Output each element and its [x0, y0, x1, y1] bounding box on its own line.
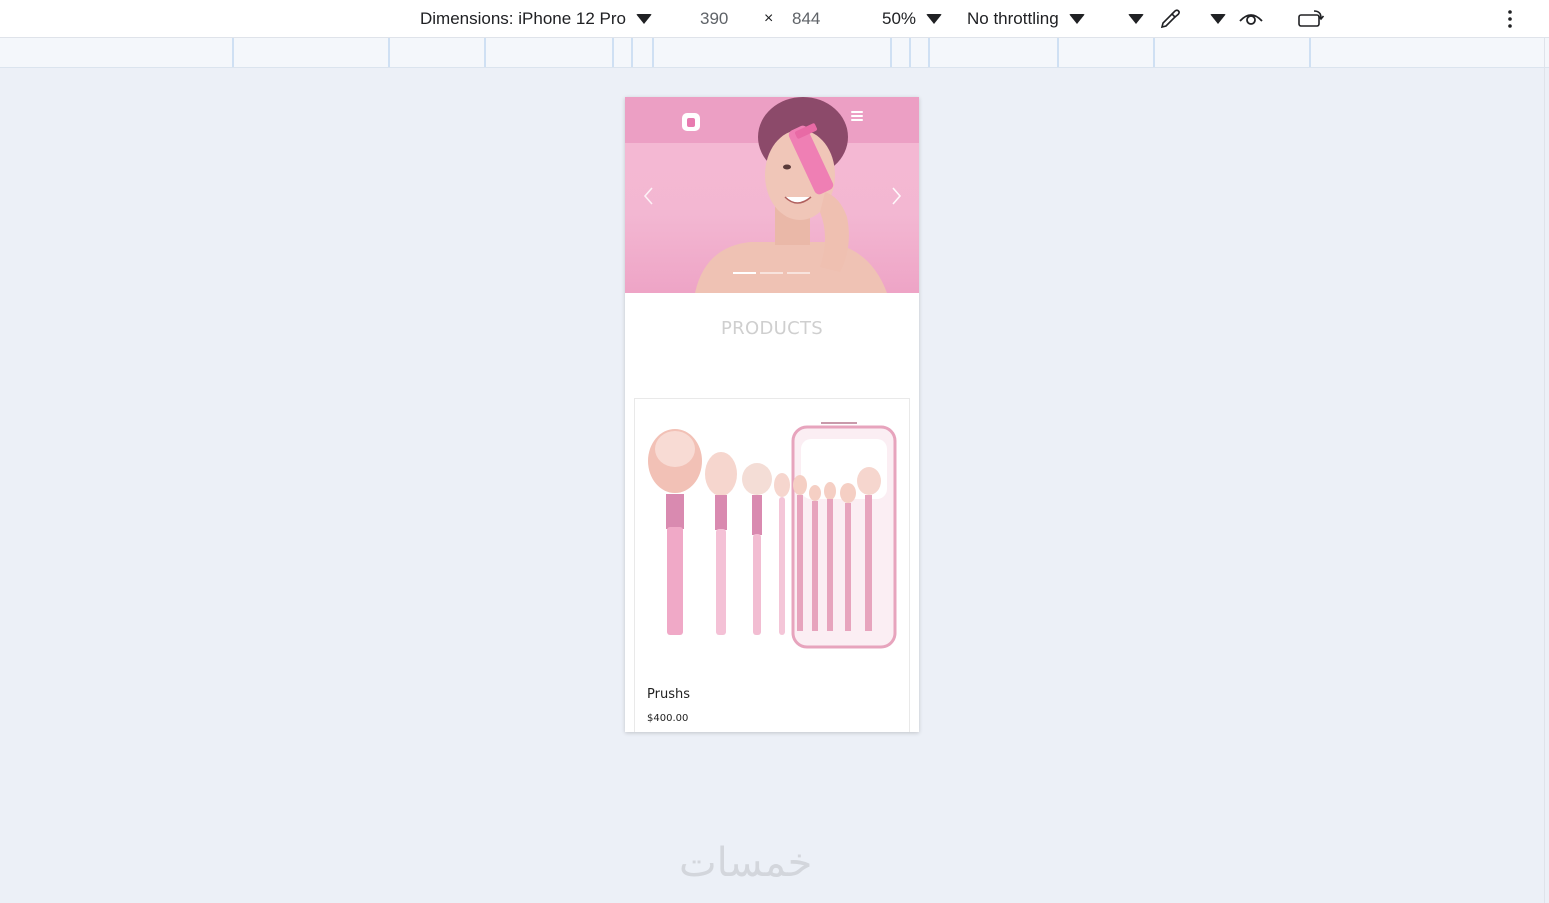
more-options-dropdown[interactable]: [1118, 0, 1144, 38]
chevron-down-icon: [1128, 14, 1144, 24]
media-query-marker[interactable]: [1057, 38, 1059, 67]
height-input[interactable]: 844: [792, 0, 820, 38]
device-dimensions-dropdown[interactable]: Dimensions: iPhone 12 Pro: [420, 0, 653, 38]
product-price: $400.00: [647, 713, 689, 724]
zoom-label: 50%: [882, 9, 917, 28]
rotate-device-icon: [1298, 10, 1325, 27]
kebab-menu-button[interactable]: [1503, 0, 1517, 38]
carousel-indicator[interactable]: [787, 272, 810, 274]
media-query-marker[interactable]: [1153, 38, 1155, 67]
media-query-marker[interactable]: [388, 38, 390, 67]
eyedropper-icon: [1160, 9, 1180, 29]
rotate-button[interactable]: [1297, 0, 1325, 38]
media-query-bar[interactable]: [0, 38, 1549, 68]
media-query-marker[interactable]: [652, 38, 654, 67]
chevron-down-icon: [636, 14, 653, 24]
media-query-marker[interactable]: [612, 38, 614, 67]
eye-icon: [1239, 14, 1263, 25]
emulate-vision-button[interactable]: [1238, 0, 1264, 38]
device-dimensions-label: Dimensions: iPhone 12 Pro: [420, 9, 627, 28]
product-name[interactable]: Prushs: [647, 687, 690, 702]
products-heading: PRODUCTS: [721, 318, 823, 339]
media-query-marker[interactable]: [484, 38, 486, 67]
watermark-logo: خمسات: [679, 840, 869, 890]
watermark-text: خمسات: [679, 840, 813, 886]
viewport-edge: [1544, 38, 1545, 903]
device-toolbar: Dimensions: iPhone 12 Pro 390 × 844 50% …: [0, 0, 1549, 38]
media-query-marker[interactable]: [631, 38, 633, 67]
zoom-dropdown[interactable]: 50%: [882, 0, 943, 38]
chevron-down-icon: [1068, 14, 1085, 24]
logo-mark-icon: [687, 117, 695, 127]
width-input[interactable]: 390: [700, 0, 728, 38]
hamburger-menu-icon[interactable]: [851, 111, 863, 121]
product-card[interactable]: Prushs $400.00: [634, 398, 910, 732]
media-query-marker[interactable]: [909, 38, 911, 67]
times-separator: ×: [764, 10, 774, 27]
media-query-marker[interactable]: [928, 38, 930, 67]
throttling-label: No throttling: [967, 9, 1059, 28]
media-query-marker[interactable]: [232, 38, 234, 67]
vision-dropdown[interactable]: [1200, 0, 1226, 38]
carousel-indicators: [733, 272, 810, 274]
carousel-indicator[interactable]: [733, 272, 756, 274]
color-picker-button[interactable]: [1158, 0, 1182, 38]
product-image: [648, 422, 897, 649]
media-query-marker[interactable]: [1309, 38, 1311, 67]
vertical-dots-icon: [1508, 10, 1512, 28]
carousel-prev-arrow-icon[interactable]: [640, 185, 658, 207]
device-viewport: PRODUCTS Prushs $400.00: [625, 97, 919, 732]
carousel-indicator[interactable]: [760, 272, 783, 274]
site-logo[interactable]: [682, 113, 700, 131]
chevron-down-icon: [1210, 14, 1226, 24]
chevron-down-icon: [926, 14, 943, 24]
hero-carousel[interactable]: [625, 97, 919, 293]
throttling-dropdown[interactable]: No throttling: [967, 0, 1085, 38]
carousel-next-arrow-icon[interactable]: [887, 185, 905, 207]
hero-model-image: [695, 97, 887, 293]
media-query-marker[interactable]: [890, 38, 892, 67]
